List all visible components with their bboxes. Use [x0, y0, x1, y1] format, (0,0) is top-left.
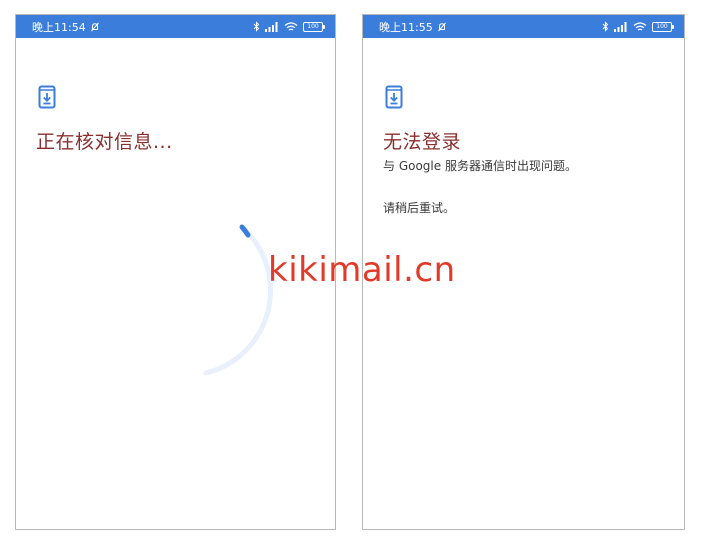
battery-icon: 100	[652, 21, 674, 32]
phone-download-icon	[385, 85, 403, 109]
page-title: 无法登录	[383, 131, 462, 153]
error-message: 与 Google 服务器通信时出现问题。	[383, 159, 577, 173]
battery-icon: 100	[303, 21, 325, 32]
phone-download-icon	[38, 85, 56, 109]
bell-off-icon	[90, 22, 99, 31]
wifi-icon	[284, 21, 298, 31]
retry-message: 请稍后重试。	[383, 201, 456, 215]
wifi-icon	[633, 21, 647, 31]
status-time: 晚上11:54	[32, 20, 86, 34]
battery-level: 100	[307, 22, 319, 30]
signal-icon	[265, 21, 278, 32]
loading-spinner	[203, 224, 273, 376]
status-time: 晚上11:55	[379, 20, 433, 34]
signal-icon	[614, 21, 627, 32]
page-title: 正在核对信息...	[36, 131, 173, 153]
bell-off-icon	[437, 22, 446, 31]
watermark: kikimail.cn	[268, 250, 456, 290]
bluetooth-icon	[602, 21, 609, 32]
bluetooth-icon	[253, 21, 260, 32]
status-bar: 晚上11:54 100	[16, 15, 335, 38]
battery-level: 100	[656, 22, 668, 30]
status-bar: 晚上11:55 100	[363, 15, 684, 38]
